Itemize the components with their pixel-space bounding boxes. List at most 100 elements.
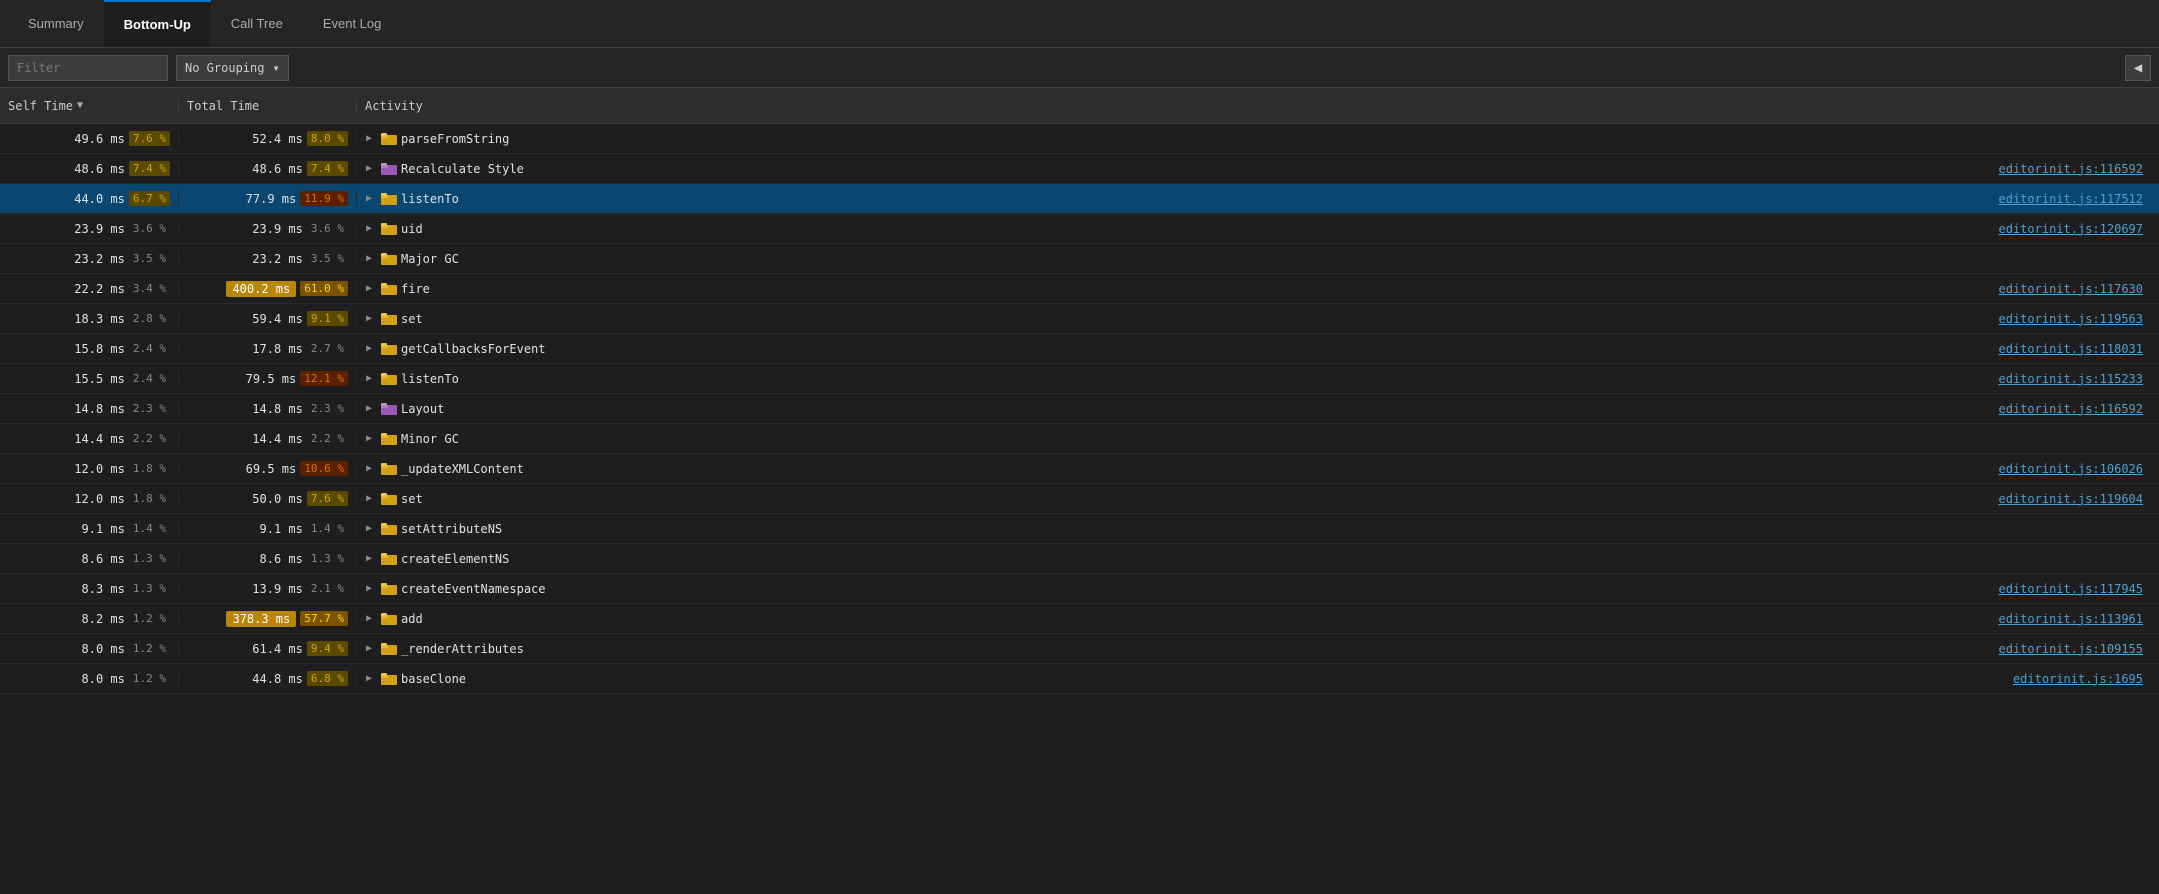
table-row[interactable]: 8.2 ms1.2 %378.3 ms57.7 %▶addeditorinit.… (0, 604, 2159, 634)
expand-icon[interactable]: ▶ (361, 401, 377, 417)
col-header-total-time[interactable]: Total Time (178, 99, 356, 113)
activity-link[interactable]: editorinit.js:117630 (1999, 282, 2156, 296)
self-pct-badge: 1.8 % (129, 491, 170, 506)
grouping-select[interactable]: No Grouping ▾ (176, 55, 289, 81)
expand-icon[interactable]: ▶ (361, 341, 377, 357)
cell-total-time: 23.9 ms3.6 % (178, 221, 356, 236)
folder-icon (381, 192, 397, 206)
self-pct-badge: 3.6 % (129, 221, 170, 236)
cell-self-time: 48.6 ms7.4 % (0, 161, 178, 176)
self-pct-badge: 2.4 % (129, 371, 170, 386)
expand-icon[interactable]: ▶ (361, 521, 377, 537)
expand-icon[interactable]: ▶ (361, 641, 377, 657)
tab-event-log[interactable]: Event Log (303, 0, 402, 47)
self-pct-badge: 1.4 % (129, 521, 170, 536)
total-ms-value: 14.4 ms (243, 432, 303, 446)
table-row[interactable]: 23.2 ms3.5 %23.2 ms3.5 %▶Major GC (0, 244, 2159, 274)
total-ms-value: 79.5 ms (236, 372, 296, 386)
activity-link[interactable]: editorinit.js:116592 (1999, 402, 2156, 416)
table-row[interactable]: 8.0 ms1.2 %61.4 ms9.4 %▶_renderAttribute… (0, 634, 2159, 664)
profiler-panel: Summary Bottom-Up Call Tree Event Log No… (0, 0, 2159, 894)
filter-input[interactable] (8, 55, 168, 81)
cell-activity: ▶_renderAttributeseditorinit.js:109155 (356, 641, 2159, 657)
self-ms-value: 12.0 ms (65, 462, 125, 476)
expand-icon[interactable]: ▶ (361, 431, 377, 447)
col-header-activity[interactable]: Activity (356, 99, 2159, 113)
self-pct-badge: 3.5 % (129, 251, 170, 266)
table-row[interactable]: 8.0 ms1.2 %44.8 ms6.8 %▶baseCloneeditori… (0, 664, 2159, 694)
activity-link[interactable]: editorinit.js:116592 (1999, 162, 2156, 176)
expand-icon[interactable]: ▶ (361, 371, 377, 387)
collapse-panel-button[interactable]: ◀ (2125, 55, 2151, 81)
expand-icon[interactable]: ▶ (361, 251, 377, 267)
table-row[interactable]: 12.0 ms1.8 %50.0 ms7.6 %▶seteditorinit.j… (0, 484, 2159, 514)
activity-link[interactable]: editorinit.js:120697 (1999, 222, 2156, 236)
self-ms-value: 8.0 ms (65, 642, 125, 656)
cell-total-time: 378.3 ms57.7 % (178, 611, 356, 627)
table-row[interactable]: 15.5 ms2.4 %79.5 ms12.1 %▶listenToeditor… (0, 364, 2159, 394)
table-row[interactable]: 49.6 ms7.6 %52.4 ms8.0 %▶parseFromString (0, 124, 2159, 154)
activity-link[interactable]: editorinit.js:113961 (1999, 612, 2156, 626)
activity-link[interactable]: editorinit.js:117512 (1999, 192, 2156, 206)
table-row[interactable]: 8.3 ms1.3 %13.9 ms2.1 %▶createEventNames… (0, 574, 2159, 604)
activity-link[interactable]: editorinit.js:106026 (1999, 462, 2156, 476)
activity-link[interactable]: editorinit.js:1695 (2013, 672, 2155, 686)
table-row[interactable]: 44.0 ms6.7 %77.9 ms11.9 %▶listenToeditor… (0, 184, 2159, 214)
activity-name: uid (401, 222, 423, 236)
expand-icon[interactable]: ▶ (361, 581, 377, 597)
table-row[interactable]: 22.2 ms3.4 %400.2 ms61.0 %▶fireeditorini… (0, 274, 2159, 304)
activity-link[interactable]: editorinit.js:115233 (1999, 372, 2156, 386)
cell-self-time: 15.8 ms2.4 % (0, 341, 178, 356)
activity-link[interactable]: editorinit.js:119604 (1999, 492, 2156, 506)
tab-summary[interactable]: Summary (8, 0, 104, 47)
activity-link[interactable]: editorinit.js:109155 (1999, 642, 2156, 656)
expand-icon[interactable]: ▶ (361, 611, 377, 627)
table-row[interactable]: 23.9 ms3.6 %23.9 ms3.6 %▶uideditorinit.j… (0, 214, 2159, 244)
table-row[interactable]: 18.3 ms2.8 %59.4 ms9.1 %▶seteditorinit.j… (0, 304, 2159, 334)
total-ms-value: 23.2 ms (243, 252, 303, 266)
cell-total-time: 61.4 ms9.4 % (178, 641, 356, 656)
grouping-label: No Grouping (185, 61, 264, 75)
table-row[interactable]: 15.8 ms2.4 %17.8 ms2.7 %▶getCallbacksFor… (0, 334, 2159, 364)
folder-icon (381, 432, 397, 446)
cell-self-time: 14.4 ms2.2 % (0, 431, 178, 446)
expand-icon[interactable]: ▶ (361, 191, 377, 207)
expand-icon[interactable]: ▶ (361, 671, 377, 687)
total-pct-badge: 2.2 % (307, 431, 348, 446)
expand-icon[interactable]: ▶ (361, 551, 377, 567)
table-row[interactable]: 14.8 ms2.3 %14.8 ms2.3 %▶Layouteditorini… (0, 394, 2159, 424)
cell-activity: ▶createElementNS (356, 551, 2159, 567)
self-pct-badge: 1.2 % (129, 671, 170, 686)
expand-icon[interactable]: ▶ (361, 461, 377, 477)
expand-icon[interactable]: ▶ (361, 281, 377, 297)
col-header-self-time[interactable]: Self Time ▼ (0, 99, 178, 113)
cell-activity: ▶createEventNamespaceeditorinit.js:11794… (356, 581, 2159, 597)
total-pct-badge: 12.1 % (300, 371, 348, 386)
expand-icon[interactable]: ▶ (361, 131, 377, 147)
table-row[interactable]: 9.1 ms1.4 %9.1 ms1.4 %▶setAttributeNS (0, 514, 2159, 544)
expand-icon[interactable]: ▶ (361, 161, 377, 177)
expand-icon[interactable]: ▶ (361, 311, 377, 327)
activity-link[interactable]: editorinit.js:118031 (1999, 342, 2156, 356)
table-row[interactable]: 48.6 ms7.4 %48.6 ms7.4 %▶Recalculate Sty… (0, 154, 2159, 184)
cell-total-time: 48.6 ms7.4 % (178, 161, 356, 176)
table-row[interactable]: 8.6 ms1.3 %8.6 ms1.3 %▶createElementNS (0, 544, 2159, 574)
table-row[interactable]: 12.0 ms1.8 %69.5 ms10.6 %▶_updateXMLCont… (0, 454, 2159, 484)
table-header: Self Time ▼ Total Time Activity (0, 88, 2159, 124)
self-ms-value: 8.2 ms (65, 612, 125, 626)
tab-bottom-up[interactable]: Bottom-Up (104, 0, 211, 47)
activity-link[interactable]: editorinit.js:117945 (1999, 582, 2156, 596)
expand-icon[interactable]: ▶ (361, 221, 377, 237)
folder-icon (381, 282, 397, 296)
cell-activity: ▶parseFromString (356, 131, 2159, 147)
total-ms-value: 59.4 ms (243, 312, 303, 326)
self-pct-badge: 2.2 % (129, 431, 170, 446)
expand-icon[interactable]: ▶ (361, 491, 377, 507)
self-pct-badge: 7.6 % (129, 131, 170, 146)
table-row[interactable]: 14.4 ms2.2 %14.4 ms2.2 %▶Minor GC (0, 424, 2159, 454)
tab-call-tree[interactable]: Call Tree (211, 0, 303, 47)
cell-total-time: 400.2 ms61.0 % (178, 281, 356, 297)
table-body: 49.6 ms7.6 %52.4 ms8.0 %▶parseFromString… (0, 124, 2159, 894)
self-pct-badge: 3.4 % (129, 281, 170, 296)
activity-link[interactable]: editorinit.js:119563 (1999, 312, 2156, 326)
